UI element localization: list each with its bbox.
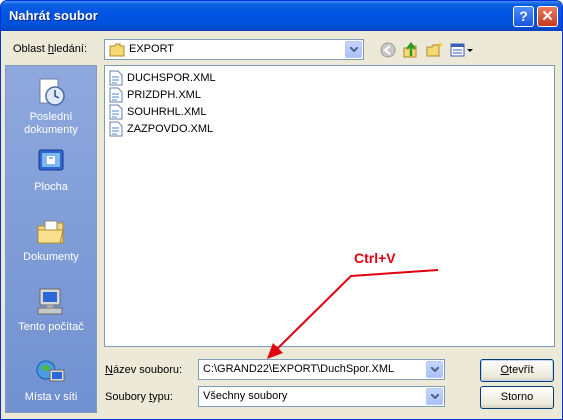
file-type-label: Soubory typu: (105, 391, 173, 403)
place-label: Tento počítač (18, 321, 84, 333)
file-name: SOUHRHL.XML (127, 106, 207, 118)
recent-documents-icon (39, 78, 65, 106)
network-icon (36, 360, 65, 382)
view-menu-icon[interactable] (448, 40, 474, 60)
help-button[interactable]: ? (513, 6, 534, 27)
chevron-down-icon[interactable] (345, 41, 362, 58)
file-name-field[interactable]: C:\GRAND22\EXPORT\DuchSpor.XML (198, 359, 445, 380)
place-label: Plocha (34, 181, 68, 193)
xml-file-icon (109, 121, 123, 137)
xml-file-icon (109, 70, 123, 86)
place-label: Dokumenty (23, 251, 79, 263)
place-label: Poslední (29, 111, 73, 123)
place-my-computer[interactable]: Tento počítač (6, 286, 96, 334)
open-file-dialog: Nahrát soubor ? ✕ Oblast hledání: EXPORT (0, 0, 563, 420)
folder-icon (109, 43, 125, 57)
documents-folder-icon (37, 220, 64, 244)
place-recent-documents[interactable]: Poslední dokumenty (6, 76, 96, 137)
look-in-combobox[interactable]: EXPORT (104, 39, 364, 60)
file-name: DUCHSPOR.XML (127, 72, 216, 84)
open-button[interactable]: Otevřít (480, 359, 554, 382)
xml-file-icon (109, 87, 123, 103)
place-network[interactable]: Místa v síti (6, 356, 96, 404)
computer-icon (37, 288, 63, 315)
dialog-title: Nahrát soubor (9, 8, 98, 23)
chevron-down-icon[interactable] (426, 388, 443, 405)
chevron-down-icon[interactable] (426, 361, 443, 378)
file-list[interactable]: DUCHSPOR.XML PRIZDPH.XML SOUHRHL.XML ZAZ… (104, 65, 555, 347)
close-button[interactable]: ✕ (537, 6, 558, 27)
back-icon[interactable] (378, 40, 398, 60)
annotation-label: Ctrl+V (354, 250, 396, 266)
place-desktop[interactable]: Plocha (6, 146, 96, 194)
place-label: dokumenty (24, 124, 78, 136)
file-name: ZAZPOVDO.XML (127, 123, 214, 135)
file-name-value: C:\GRAND22\EXPORT\DuchSpor.XML (203, 363, 395, 375)
desktop-icon (38, 149, 64, 171)
place-documents[interactable]: Dokumenty (6, 216, 96, 264)
file-name: PRIZDPH.XML (127, 89, 201, 101)
look-in-value: EXPORT (129, 43, 175, 55)
look-in-label: Oblast hledání: (13, 43, 88, 55)
cancel-button[interactable]: Storno (480, 386, 554, 409)
file-type-combobox[interactable]: Všechny soubory (198, 386, 445, 407)
xml-file-icon (109, 104, 123, 120)
place-label: Místa v síti (24, 391, 78, 403)
places-bar: Poslední dokumenty Plocha Dokumenty Tent… (5, 65, 97, 413)
up-folder-icon[interactable] (401, 40, 421, 60)
title-bar[interactable]: Nahrát soubor ? ✕ (1, 1, 562, 31)
new-folder-icon[interactable] (425, 40, 445, 60)
file-type-value: Všechny soubory (203, 390, 288, 402)
file-name-label: Název souboru: (105, 364, 183, 376)
